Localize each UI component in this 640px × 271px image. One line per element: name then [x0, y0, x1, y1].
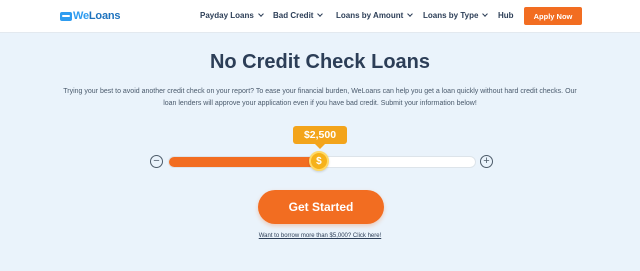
nav-item-hub[interactable]: Hub [498, 11, 514, 20]
top-navbar: WeLoans Payday Loans Bad Credit Loans by… [0, 0, 640, 33]
slider-fill [169, 157, 320, 167]
logo-mark-icon [60, 11, 72, 21]
dollar-coin-icon: $ [316, 155, 322, 167]
nav-item-payday-loans[interactable]: Payday Loans [200, 11, 264, 20]
weloans-logo[interactable]: WeLoans [60, 9, 121, 23]
hero-description: Trying your best to avoid another credit… [58, 86, 582, 110]
increase-amount-button[interactable]: + [480, 155, 493, 168]
decrease-amount-button[interactable]: − [150, 155, 163, 168]
get-started-button[interactable]: Get Started [258, 190, 384, 224]
nav-label: Loans by Type [423, 11, 479, 20]
nav-label: Payday Loans [200, 11, 254, 20]
borrow-more-link[interactable]: Want to borrow more than $5,000? Click h… [0, 233, 640, 239]
loan-amount-badge: $2,500 [293, 126, 347, 149]
description-line-2: loan lenders will approve your applicati… [163, 100, 477, 107]
page-title: No Credit Check Loans [209, 51, 431, 73]
logo-text-loans: Loans [88, 10, 121, 22]
apply-now-button[interactable]: Apply Now [524, 7, 582, 25]
slider-thumb[interactable]: $ [308, 151, 329, 171]
nav-label: Bad Credit [273, 11, 314, 20]
nav-item-loans-by-type[interactable]: Loans by Type [423, 11, 489, 20]
chevron-down-icon [482, 11, 489, 17]
chevron-down-icon [317, 11, 324, 17]
chevron-down-icon [407, 11, 414, 17]
logo-text-we: We [73, 10, 89, 22]
description-line-1: Trying your best to avoid another credit… [63, 88, 577, 95]
chevron-down-icon [257, 11, 264, 17]
nav-label: Hub [498, 11, 514, 20]
plus-icon: + [483, 155, 490, 167]
minus-icon: − [153, 155, 160, 167]
nav-label: Loans by Amount [336, 11, 404, 20]
nav-item-loans-by-amount[interactable]: Loans by Amount [336, 11, 414, 20]
nav-item-bad-credit[interactable]: Bad Credit [273, 11, 324, 20]
